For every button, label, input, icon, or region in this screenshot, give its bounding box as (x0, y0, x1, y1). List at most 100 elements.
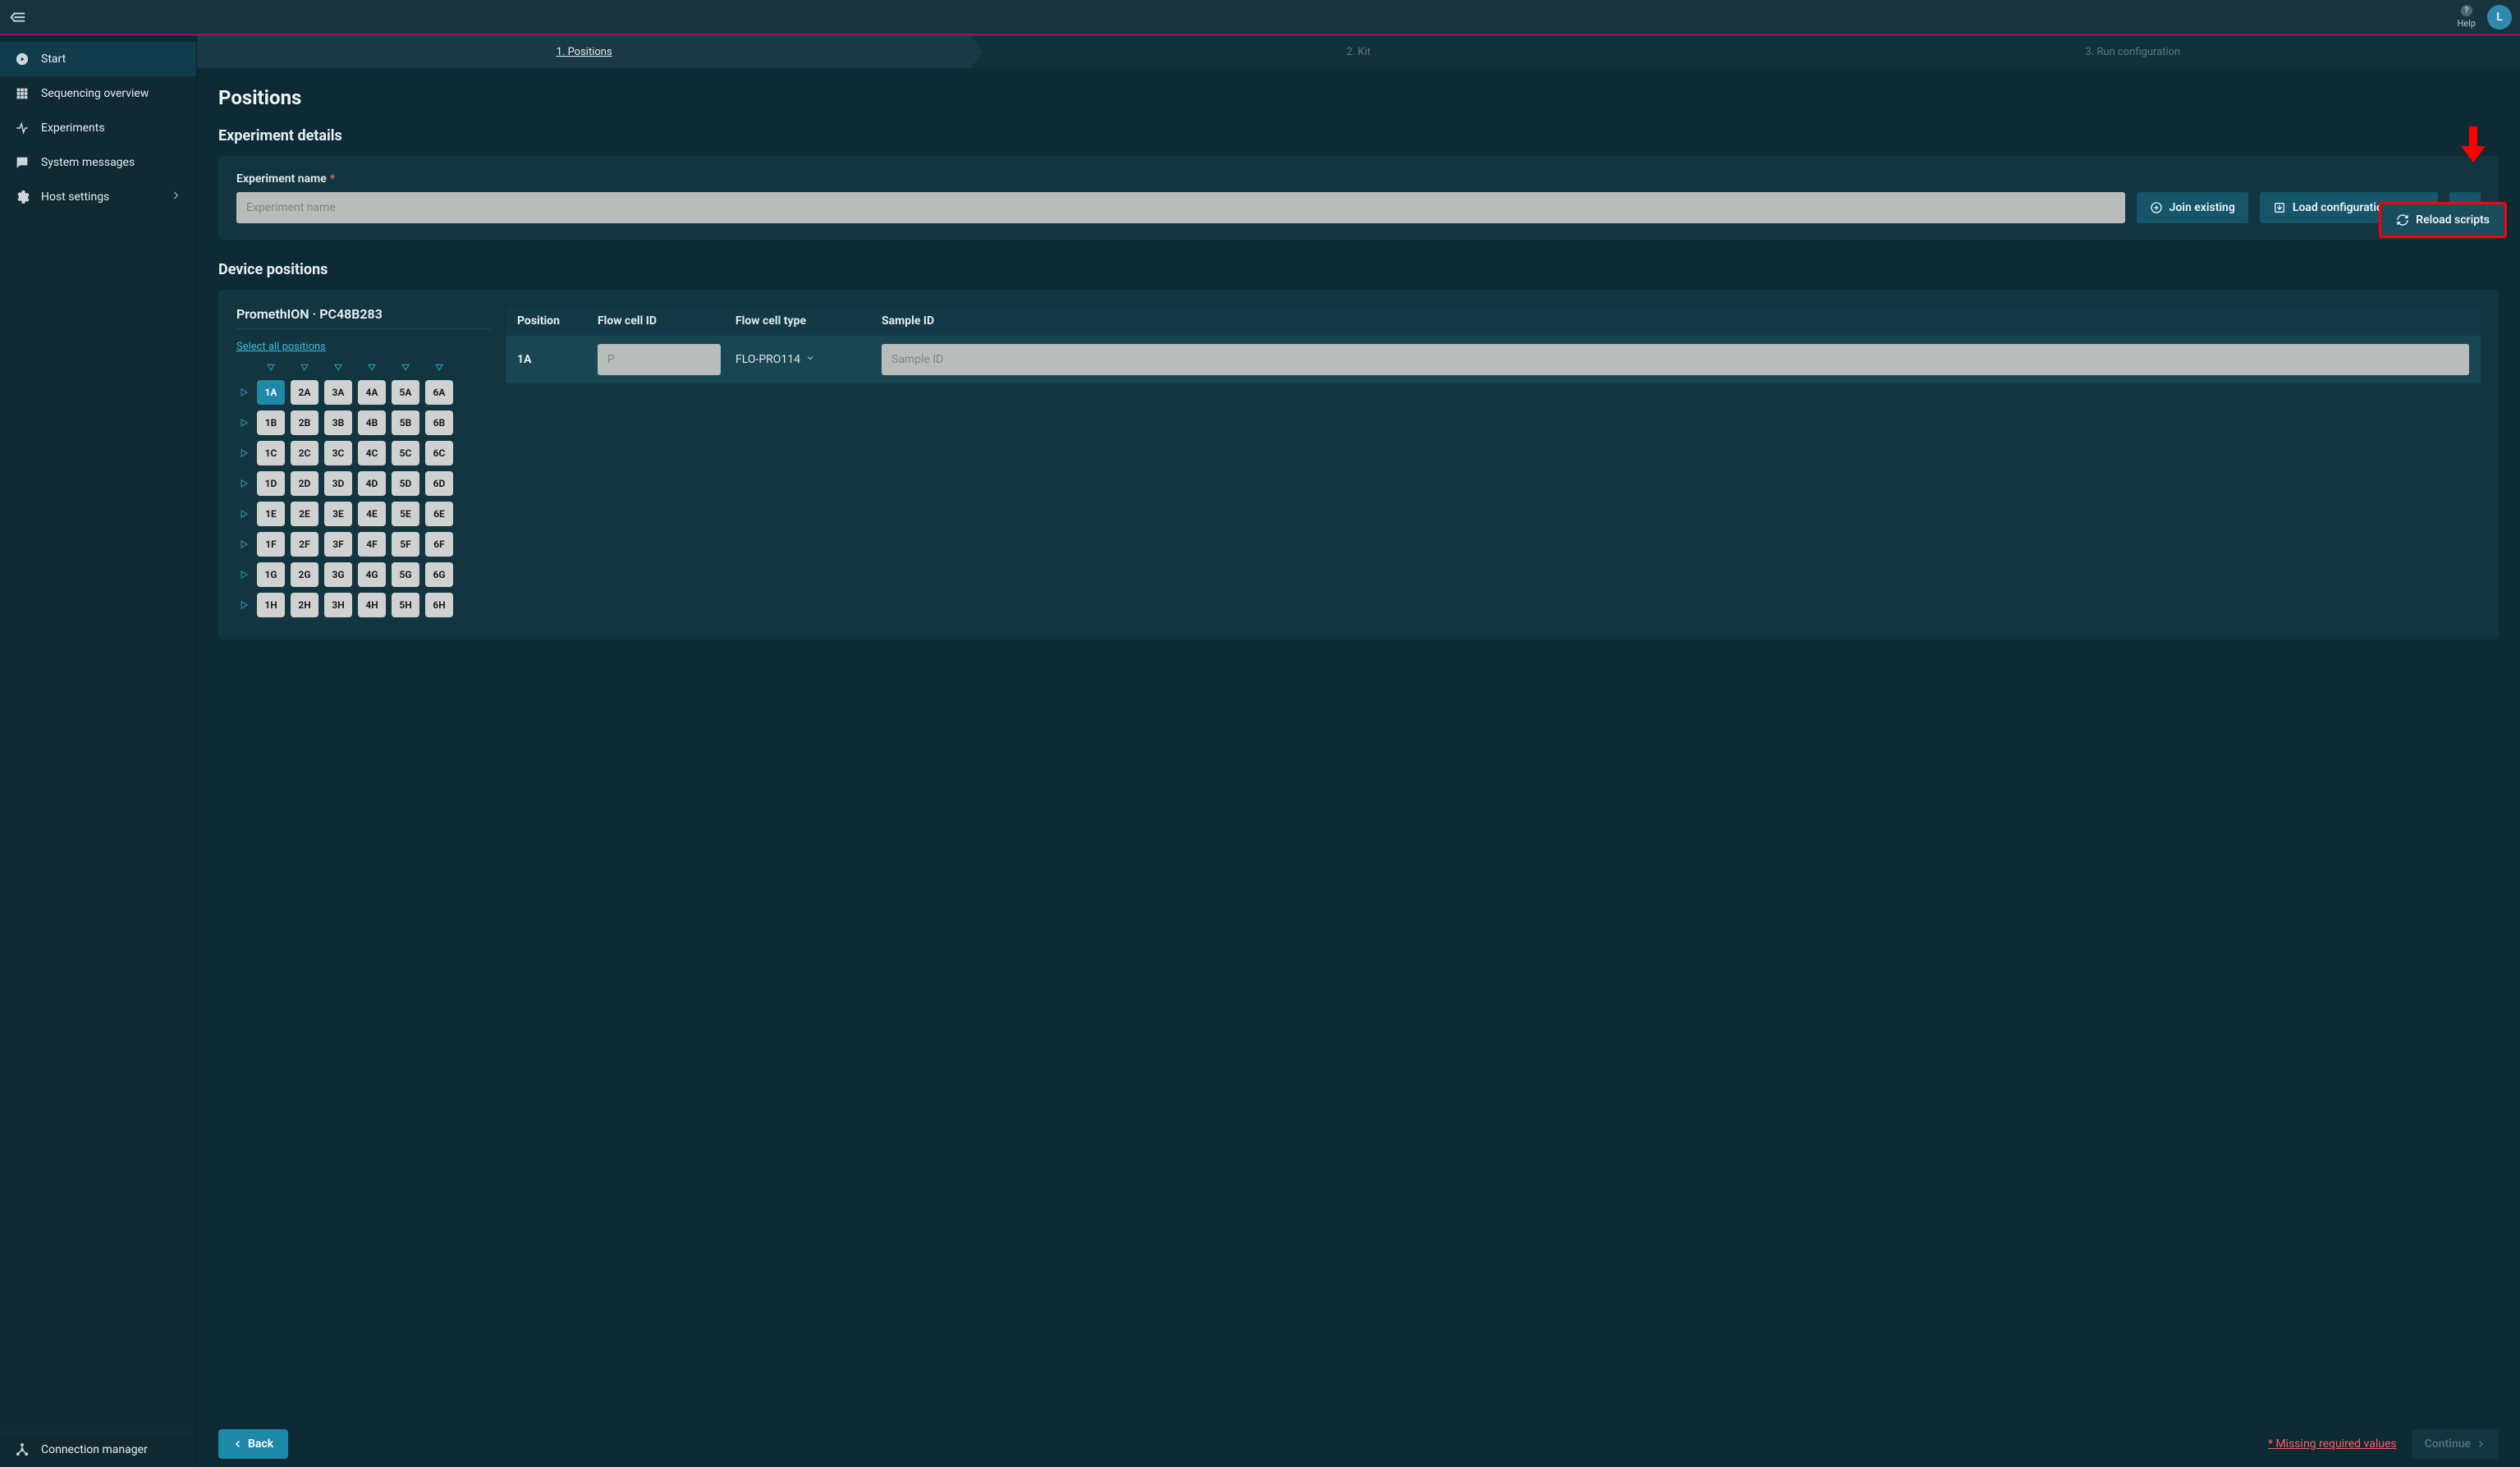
select-all-link[interactable]: Select all positions (236, 341, 326, 353)
position-2G[interactable]: 2G (291, 562, 318, 587)
message-icon (15, 155, 30, 170)
position-5H[interactable]: 5H (392, 593, 419, 617)
column-marker-6[interactable] (425, 360, 453, 374)
position-2H[interactable]: 2H (291, 593, 318, 617)
join-existing-button[interactable]: Join existing (2137, 192, 2248, 223)
column-marker-3[interactable] (324, 360, 352, 374)
position-3D[interactable]: 3D (324, 471, 352, 496)
sample-id-input[interactable] (882, 344, 2469, 375)
flow-cell-type-select[interactable]: FLO-PRO114 (735, 353, 867, 366)
back-button[interactable]: Back (218, 1429, 288, 1459)
row-marker-D[interactable] (236, 476, 251, 491)
position-1B[interactable]: 1B (257, 410, 285, 435)
position-3G[interactable]: 3G (324, 562, 352, 587)
position-5G[interactable]: 5G (392, 562, 419, 587)
row-marker-G[interactable] (236, 567, 251, 582)
grid-icon (15, 86, 30, 101)
position-1E[interactable]: 1E (257, 502, 285, 526)
row-marker-E[interactable] (236, 507, 251, 521)
menu-toggle[interactable] (8, 8, 26, 26)
position-2F[interactable]: 2F (291, 532, 318, 557)
position-5B[interactable]: 5B (392, 410, 419, 435)
position-2A[interactable]: 2A (291, 380, 318, 405)
position-5D[interactable]: 5D (392, 471, 419, 496)
position-1C[interactable]: 1C (257, 441, 285, 465)
position-4C[interactable]: 4C (358, 441, 386, 465)
position-1D[interactable]: 1D (257, 471, 285, 496)
column-marker-2[interactable] (291, 360, 318, 374)
sidebar-item-label: Experiments (41, 121, 105, 135)
activity-icon (15, 121, 30, 135)
device-card: PromethION · PC48B283 Select all positio… (218, 290, 2499, 640)
menu-icon (8, 8, 26, 26)
position-1G[interactable]: 1G (257, 562, 285, 587)
position-3F[interactable]: 3F (324, 532, 352, 557)
position-6A[interactable]: 6A (425, 380, 453, 405)
position-6B[interactable]: 6B (425, 410, 453, 435)
position-5F[interactable]: 5F (392, 532, 419, 557)
table-row: 1A FLO-PRO114 (506, 336, 2481, 383)
position-4H[interactable]: 4H (358, 593, 386, 617)
sidebar-item-start[interactable]: Start (0, 42, 196, 76)
position-6H[interactable]: 6H (425, 593, 453, 617)
position-2C[interactable]: 2C (291, 441, 318, 465)
position-5C[interactable]: 5C (392, 441, 419, 465)
experiment-name-input[interactable] (236, 192, 2125, 223)
row-marker-C[interactable] (236, 446, 251, 461)
position-2B[interactable]: 2B (291, 410, 318, 435)
row-marker-H[interactable] (236, 598, 251, 612)
column-marker-1[interactable] (257, 360, 285, 374)
position-3H[interactable]: 3H (324, 593, 352, 617)
position-6F[interactable]: 6F (425, 532, 453, 557)
cell-position: 1A (517, 353, 583, 366)
position-2D[interactable]: 2D (291, 471, 318, 496)
device-positions-heading: Device positions (218, 261, 2499, 278)
sidebar: Start Sequencing overview Experiments Syste… (0, 35, 197, 1467)
chevron-left-icon (233, 1439, 243, 1449)
user-avatar[interactable]: L (2487, 5, 2512, 30)
device-name: PromethION · PC48B283 (236, 306, 491, 322)
reload-scripts-popover: Reload scripts (2379, 202, 2507, 238)
sidebar-item-host-settings[interactable]: Host settings (0, 180, 196, 214)
position-5A[interactable]: 5A (392, 380, 419, 405)
sidebar-item-system-messages[interactable]: System messages (0, 145, 196, 180)
position-4E[interactable]: 4E (358, 502, 386, 526)
row-marker-A[interactable] (236, 385, 251, 400)
sidebar-item-label: Start (41, 53, 66, 66)
sidebar-item-sequencing-overview[interactable]: Sequencing overview (0, 76, 196, 111)
position-3C[interactable]: 3C (324, 441, 352, 465)
position-3E[interactable]: 3E (324, 502, 352, 526)
sidebar-item-connection-manager[interactable]: Connection manager (0, 1432, 196, 1467)
position-4A[interactable]: 4A (358, 380, 386, 405)
position-1A[interactable]: 1A (257, 380, 285, 405)
annotation-arrow-icon (2461, 126, 2486, 166)
position-4G[interactable]: 4G (358, 562, 386, 587)
position-1H[interactable]: 1H (257, 593, 285, 617)
experiment-name-label: Experiment name* (236, 172, 2125, 186)
position-4B[interactable]: 4B (358, 410, 386, 435)
position-3A[interactable]: 3A (324, 380, 352, 405)
flow-cell-id-input[interactable] (598, 344, 721, 375)
position-1F[interactable]: 1F (257, 532, 285, 557)
reload-scripts-button[interactable]: Reload scripts (2381, 204, 2504, 236)
position-6D[interactable]: 6D (425, 471, 453, 496)
help-label: Help (2457, 18, 2476, 29)
position-6E[interactable]: 6E (425, 502, 453, 526)
position-2E[interactable]: 2E (291, 502, 318, 526)
position-4F[interactable]: 4F (358, 532, 386, 557)
step--positions[interactable]: 1. Positions (197, 35, 971, 68)
plus-circle-icon (2150, 201, 2163, 214)
column-marker-4[interactable] (358, 360, 386, 374)
position-4D[interactable]: 4D (358, 471, 386, 496)
row-marker-B[interactable] (236, 415, 251, 430)
position-6G[interactable]: 6G (425, 562, 453, 587)
position-6C[interactable]: 6C (425, 441, 453, 465)
help-button[interactable]: ? Help (2457, 5, 2476, 29)
sidebar-item-experiments[interactable]: Experiments (0, 111, 196, 145)
row-marker-F[interactable] (236, 537, 251, 552)
position-3B[interactable]: 3B (324, 410, 352, 435)
column-marker-5[interactable] (392, 360, 419, 374)
position-5E[interactable]: 5E (392, 502, 419, 526)
continue-button[interactable]: Continue (2412, 1429, 2499, 1459)
missing-values-warning[interactable]: * Missing required values (2268, 1437, 2397, 1451)
